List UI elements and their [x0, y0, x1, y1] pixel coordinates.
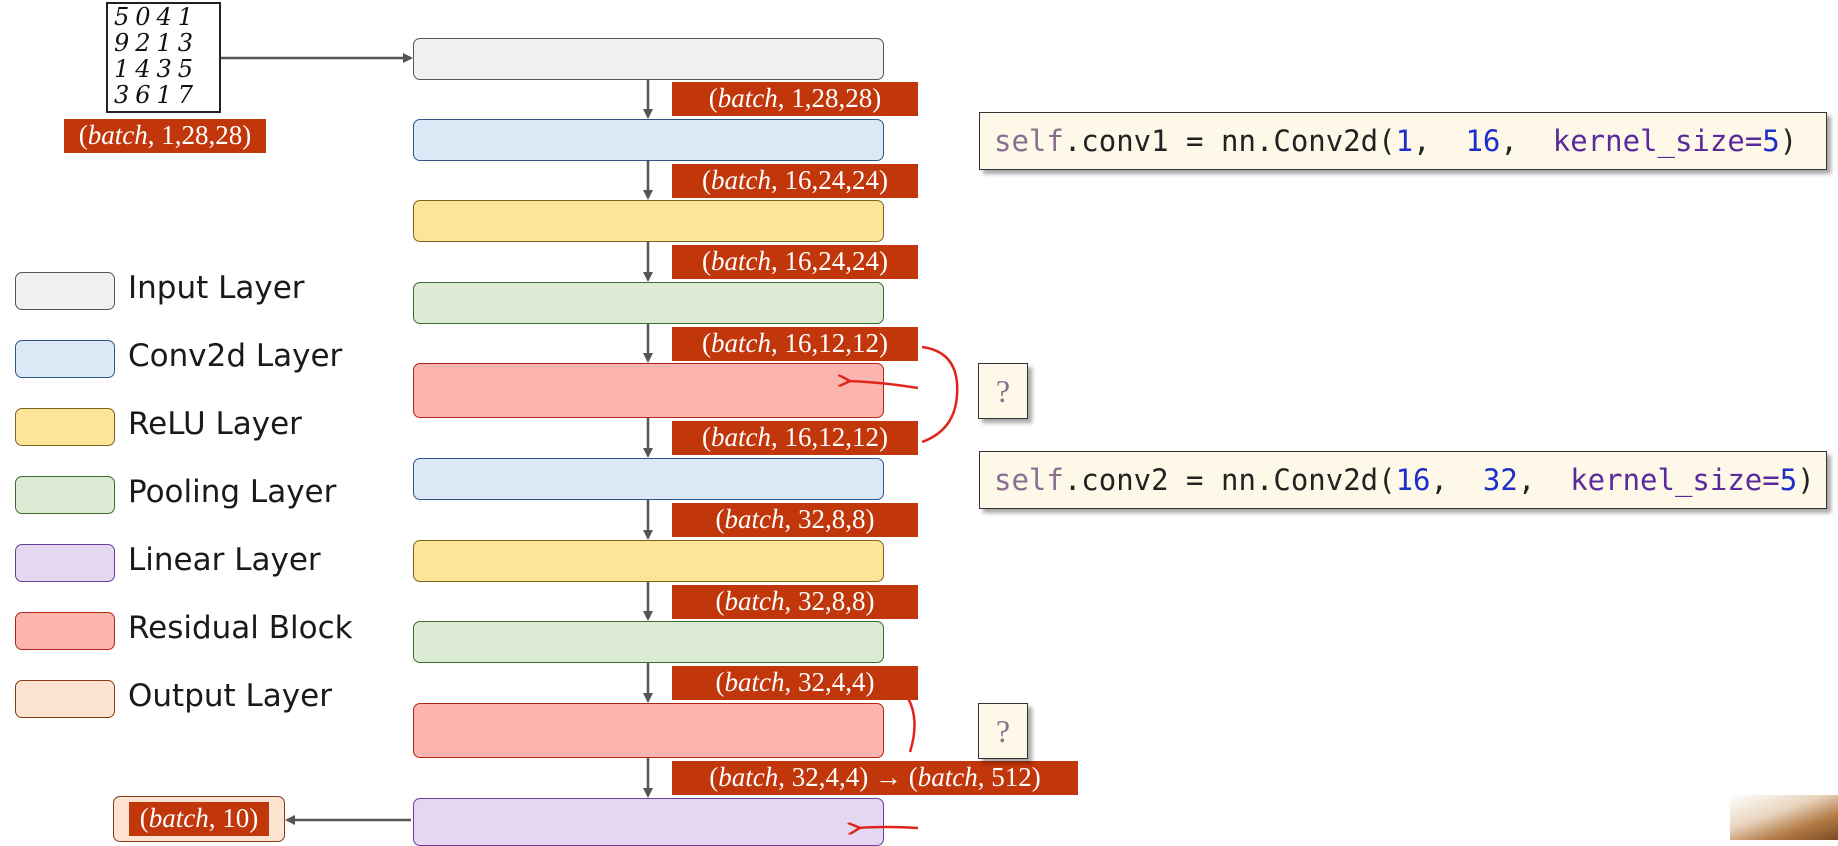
code-arg: 1 — [1395, 124, 1414, 158]
legend-label-output: Output Layer — [128, 678, 332, 714]
red-annotation-arrow — [858, 827, 919, 828]
legend-label-pooling: Pooling Layer — [128, 474, 337, 510]
legend-label-input: Input Layer — [128, 270, 305, 306]
question-box-2: ? — [978, 703, 1028, 759]
legend-label-conv2d: Conv2d Layer — [128, 338, 343, 374]
red-annotation-bracket — [921, 345, 959, 444]
legend-swatch-relu — [15, 408, 115, 446]
legend-swatch-conv2d — [15, 340, 115, 378]
legend-label-linear: Linear Layer — [128, 542, 321, 578]
code-conv2: self.conv2 = nn.Conv2d(16, 32, kernel_si… — [979, 451, 1827, 509]
legend-swatch-linear — [15, 544, 115, 582]
legend-label-residual: Residual Block — [128, 610, 353, 646]
code-eq: = — [1762, 463, 1780, 497]
code-arg: 5 — [1762, 124, 1780, 158]
code-close: ) — [1779, 124, 1798, 158]
legend-swatch-output — [15, 680, 115, 718]
legend-label-relu: ReLU Layer — [128, 406, 302, 442]
legend-swatch-input — [15, 272, 115, 310]
code-kwarg: kernel_size — [1552, 124, 1745, 158]
question-box-1: ? — [978, 363, 1028, 419]
corner-photo-fragment — [1730, 795, 1838, 840]
code-text: .conv2 = nn.Conv2d( — [1063, 463, 1396, 497]
code-arg: 16 — [1465, 124, 1501, 158]
red-annotation-arrow — [848, 381, 919, 390]
code-text: .conv1 = nn.Conv2d( — [1063, 124, 1396, 158]
red-annotation-bracket — [906, 697, 916, 753]
code-eq: = — [1744, 124, 1763, 158]
code-conv1: self.conv1 = nn.Conv2d(1, 16, kernel_siz… — [979, 112, 1827, 170]
code-arg: 32 — [1482, 463, 1518, 497]
legend-swatch-residual — [15, 612, 115, 650]
code-self: self — [994, 463, 1064, 497]
code-self: self — [994, 124, 1064, 158]
code-arg: 16 — [1395, 463, 1431, 497]
code-arg: 5 — [1779, 463, 1798, 497]
code-kwarg: kernel_size — [1570, 463, 1763, 497]
code-close: ) — [1797, 463, 1815, 497]
legend-swatch-pooling — [15, 476, 115, 514]
